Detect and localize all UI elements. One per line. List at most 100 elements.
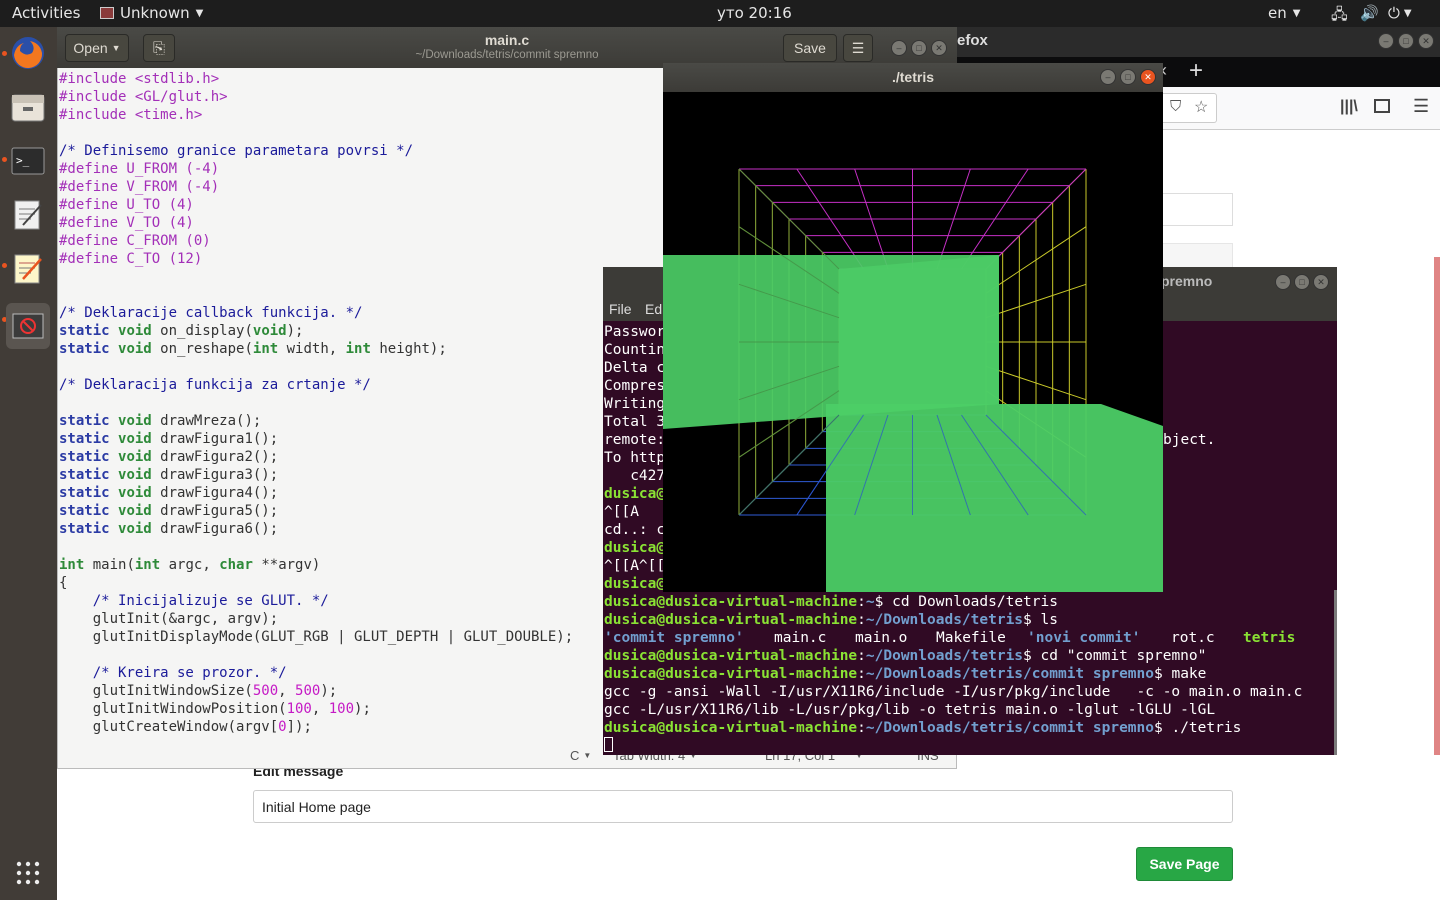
language-selector[interactable]: C ▼ xyxy=(570,748,591,763)
sidebar-icon[interactable] xyxy=(1374,99,1390,113)
prompt-path: ~/Downloads/tetris xyxy=(865,612,1024,628)
prompt-user: dusica@dusica-virtual-machine xyxy=(604,648,858,664)
menu-icon[interactable]: ☰ xyxy=(1413,96,1429,117)
terminal-line: gcc -L/usr/X11R6/lib -L/usr/pkg/lib -o t… xyxy=(604,702,1216,718)
maximize-icon[interactable]: □ xyxy=(1398,33,1414,49)
command: $ make xyxy=(1154,666,1207,682)
command: $ ls xyxy=(1023,612,1058,628)
ls-entry: tetris xyxy=(1243,630,1296,646)
document-path: ~/Downloads/tetris/commit spremno xyxy=(415,49,599,61)
save-button[interactable]: Save xyxy=(783,34,837,62)
firefox-icon[interactable] xyxy=(8,33,48,73)
dock: >_ xyxy=(0,27,57,900)
close-icon[interactable]: ✕ xyxy=(1140,69,1156,85)
prompt-path: ~/Downloads/tetris xyxy=(865,648,1024,664)
svg-text:>_: >_ xyxy=(16,154,30,167)
hamburger-menu-button[interactable]: ☰ xyxy=(843,34,873,62)
terminal-command-line: dusica@dusica-virtual-machine:~/Download… xyxy=(604,666,1207,682)
files-icon[interactable] xyxy=(8,87,48,127)
new-tab-button[interactable]: ⎘ xyxy=(143,34,175,62)
tetris-block xyxy=(826,404,1163,592)
chevron-down-icon: ▼ xyxy=(1292,7,1301,19)
close-icon[interactable]: ✕ xyxy=(1418,33,1434,49)
volume-icon[interactable]: 🔊 xyxy=(1360,4,1379,22)
prompt-user: dusica@dusica-virtual-machine xyxy=(604,594,858,610)
activities-button[interactable]: Activities xyxy=(12,4,80,22)
grid-icon[interactable] xyxy=(8,853,48,893)
prompt-path: ~/Downloads/tetris/commit spremno xyxy=(865,666,1154,682)
maximize-icon[interactable]: □ xyxy=(911,40,927,56)
ls-entry: main.c xyxy=(774,630,827,646)
scrollbar[interactable] xyxy=(1434,257,1440,797)
gedit-icon[interactable] xyxy=(8,249,48,289)
command: $ cd "commit spremno" xyxy=(1023,648,1207,664)
save-page-button[interactable]: Save Page xyxy=(1136,847,1233,881)
prompt-user: dusica@dusica-virtual-machine xyxy=(604,612,858,628)
command: $ cd Downloads/tetris xyxy=(874,594,1058,610)
language-selector[interactable]: en ▼ xyxy=(1268,4,1300,22)
message-value: Initial Home page xyxy=(262,799,371,815)
terminal-line: cd..: c xyxy=(604,522,666,538)
firefox-titlebar: efox – □ ✕ xyxy=(957,27,1440,57)
terminal-line: gcc -g -ansi -Wall -I/usr/X11R6/include … xyxy=(604,684,1303,700)
app-icon xyxy=(100,7,114,19)
terminal-line: To http xyxy=(604,450,666,466)
tetris-canvas[interactable] xyxy=(663,92,1163,592)
url-bar-end[interactable]: ⛉ ☆ xyxy=(1162,93,1217,123)
clock[interactable]: уто 20:16 xyxy=(717,4,792,22)
chevron-down-icon: ▼ xyxy=(111,43,121,53)
ls-entry: Makefile xyxy=(936,630,1006,646)
new-document-icon: ⎘ xyxy=(152,39,165,57)
tetris-scene xyxy=(663,168,1163,592)
tetris-block xyxy=(839,255,999,415)
terminal-line: remote: xyxy=(604,432,666,448)
text-editor-icon[interactable] xyxy=(8,195,48,235)
language-label: en xyxy=(1268,4,1287,22)
terminal-line: Passwor xyxy=(604,324,666,340)
unknown-app-icon[interactable] xyxy=(6,303,50,349)
app-menu[interactable]: Unknown ▼ xyxy=(100,4,203,22)
library-icon[interactable]: |||\ xyxy=(1340,98,1358,116)
terminal-command-line: dusica@dusica-virtual-machine:~/Download… xyxy=(604,720,1242,736)
maximize-icon[interactable]: □ xyxy=(1294,274,1310,290)
bookmark-star-icon[interactable]: ☆ xyxy=(1194,97,1208,117)
open-button[interactable]: Open ▼ xyxy=(65,34,129,62)
firefox-page-bottom: Edit message Initial Home page Save Page xyxy=(57,755,1440,900)
terminal-command-line: dusica@dusica-virtual-machine:~/Download… xyxy=(604,612,1058,628)
tetris-titlebar: ./tetris – □ ✕ xyxy=(663,63,1163,92)
minimize-icon[interactable]: – xyxy=(891,40,907,56)
terminal-scrollbar[interactable] xyxy=(1334,590,1337,755)
maximize-icon[interactable]: □ xyxy=(1120,69,1136,85)
code-editor[interactable]: #include <stdlib.h> #include <GL/glut.h>… xyxy=(59,70,619,750)
close-icon[interactable]: ✕ xyxy=(1313,274,1329,290)
network-icon[interactable]: 🖧 xyxy=(1331,4,1348,29)
minimize-icon[interactable]: – xyxy=(1275,274,1291,290)
power-menu[interactable]: ⏻ ▼ xyxy=(1388,4,1412,22)
terminal-line: bject. xyxy=(1163,432,1216,448)
chevron-down-icon: ▼ xyxy=(1403,7,1412,19)
chevron-down-icon: ▼ xyxy=(583,751,592,760)
terminal-line: ^[[A^[[ xyxy=(604,558,666,574)
ls-entry: rot.c xyxy=(1171,630,1215,646)
terminal-command-line: dusica@dusica-virtual-machine:~/Download… xyxy=(604,648,1207,664)
menu-icon: ☰ xyxy=(851,39,865,56)
app-name: Unknown xyxy=(120,4,190,22)
firefox-title: efox xyxy=(957,32,988,49)
message-input[interactable]: Initial Home page xyxy=(253,790,1233,823)
menu-file[interactable]: File xyxy=(609,301,632,317)
menu-edit[interactable]: Ed xyxy=(645,301,662,317)
running-indicator xyxy=(2,263,7,268)
terminal-line: ^[[A xyxy=(604,504,639,520)
close-icon[interactable]: ✕ xyxy=(931,40,947,56)
running-indicator xyxy=(2,51,7,56)
minimize-icon[interactable]: – xyxy=(1378,33,1394,49)
minimize-icon[interactable]: – xyxy=(1100,69,1116,85)
terminal-line: Countin xyxy=(604,342,666,358)
terminal-prompt: dusica@ xyxy=(604,540,666,556)
gedit-headerbar: Open ▼ ⎘ main.c ~/Downloads/tetris/commi… xyxy=(57,27,957,68)
pocket-icon[interactable]: ⛉ xyxy=(1170,98,1181,115)
ls-entry: 'commit spremno' xyxy=(604,630,744,646)
terminal-line: Writing xyxy=(604,396,666,412)
new-tab-icon[interactable]: + xyxy=(1189,57,1203,85)
terminal-icon[interactable]: >_ xyxy=(8,141,48,181)
